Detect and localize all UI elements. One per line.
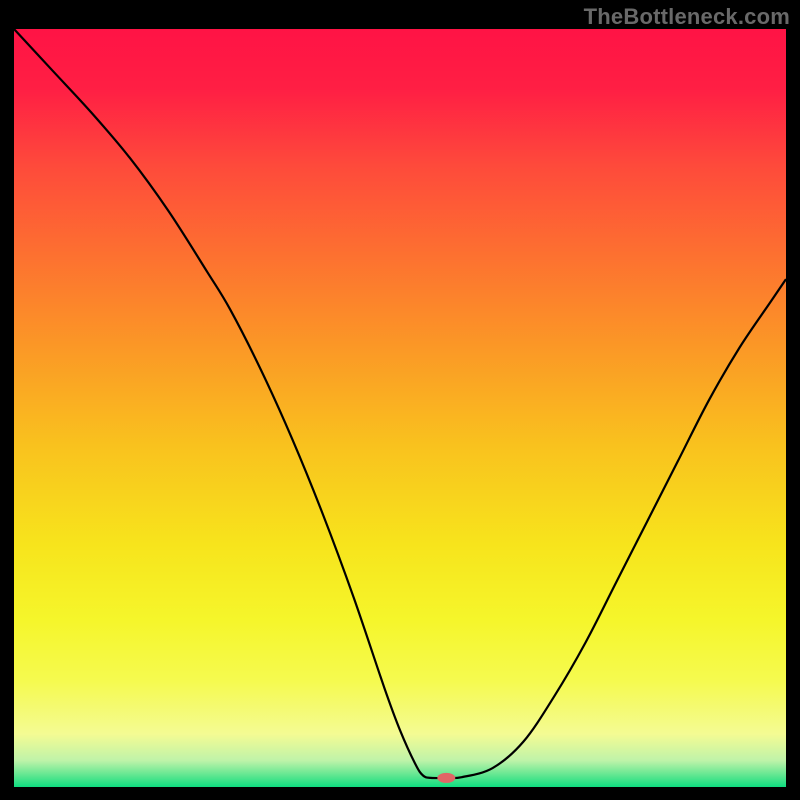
watermark-text: TheBottleneck.com [584,4,790,30]
chart-frame: TheBottleneck.com [0,0,800,800]
plot-background [14,29,786,787]
bottleneck-chart [14,29,786,787]
optimal-point-marker [437,773,455,783]
